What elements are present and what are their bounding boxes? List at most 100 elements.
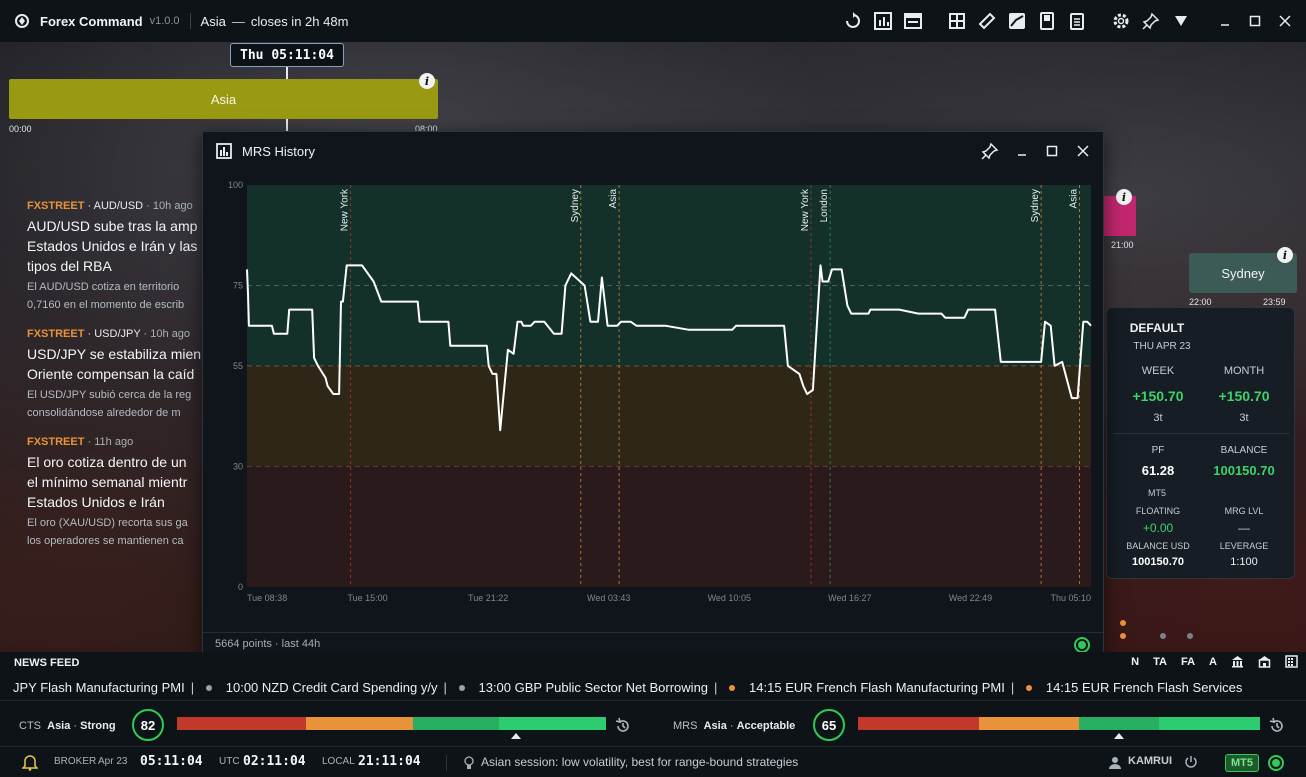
bank-icon[interactable] <box>1231 655 1244 668</box>
pf-value: 61.28 <box>1141 463 1175 478</box>
news-age: 10h ago <box>150 328 191 340</box>
y-tick-label: 55 <box>233 361 243 371</box>
floating-label: FLOATING <box>1135 506 1181 516</box>
mrs-session: Asia <box>703 720 727 732</box>
y-tick-label: 30 <box>233 461 243 471</box>
minimize-icon[interactable] <box>1210 6 1240 36</box>
news-feed-header: NEWS FEED N TA FA A <box>0 652 1306 676</box>
news-feed-label: NEWS FEED <box>14 657 80 669</box>
filter-all-button[interactable]: A <box>1209 656 1217 668</box>
sync-icon[interactable] <box>838 6 868 36</box>
gear-icon[interactable] <box>1106 6 1136 36</box>
week-label: WEEK <box>1141 365 1175 377</box>
local-label: LOCAL <box>322 756 355 767</box>
asia-info-icon[interactable]: i <box>419 73 435 89</box>
lightbulb-icon <box>464 756 474 769</box>
cts-gauge <box>177 717 606 730</box>
pin-icon[interactable] <box>1136 6 1166 36</box>
session-countdown: closes in 2h 48m <box>250 13 349 29</box>
bar-chart-icon[interactable] <box>868 6 898 36</box>
carousel-dot[interactable] <box>1160 633 1166 639</box>
asia-session-label: Asia <box>210 91 237 107</box>
image-icon[interactable] <box>1002 6 1032 36</box>
app-name: Forex Command <box>40 13 143 29</box>
y-tick-label: 100 <box>228 180 243 190</box>
calculator-icon[interactable] <box>1285 655 1298 668</box>
close-icon[interactable] <box>1068 136 1098 166</box>
news-summary-line: El AUD/USD cotiza en territorio <box>27 281 180 293</box>
ticker-dot <box>1026 685 1033 692</box>
zone-orange <box>247 365 1091 467</box>
platform-badge[interactable]: MT5 <box>1225 754 1259 772</box>
mrs-history-icon[interactable] <box>1268 717 1286 735</box>
mrs-chart[interactable]: 0 30 55 75 100 Tue 08:38 Tue 15:00 Tue 21:22 Wed… <box>203 170 1103 632</box>
mrs-quality: Acceptable <box>736 720 796 732</box>
maximize-icon[interactable] <box>1037 136 1067 166</box>
book-icon[interactable] <box>1032 6 1062 36</box>
app-version: v1.0.0 <box>149 15 180 27</box>
close-icon[interactable] <box>1270 6 1300 36</box>
floating-value: +0.00 <box>1142 521 1174 535</box>
utc-time: 02:11:04 <box>243 754 306 769</box>
newyork-end-time: 21:00 <box>1111 240 1134 250</box>
cts-score[interactable]: 82 <box>132 709 164 741</box>
event-label: New York <box>340 188 351 231</box>
zone-green <box>247 185 1091 366</box>
sydney-session-label: Sydney <box>1221 265 1265 281</box>
news-summary-line: El oro (XAU/USD) recorta sus ga <box>27 517 188 529</box>
minimize-icon[interactable] <box>1007 136 1037 166</box>
ruler-icon[interactable] <box>972 6 1002 36</box>
carousel-dot[interactable] <box>1187 633 1193 639</box>
month-trades: 3t <box>1239 412 1249 424</box>
y-tick-label: 75 <box>233 281 243 291</box>
news-age: 10h ago <box>152 200 193 212</box>
mrs-window-title: MRS History <box>242 143 315 159</box>
grid-icon[interactable] <box>942 6 972 36</box>
filter-fa-button[interactable]: FA <box>1181 656 1195 668</box>
news-title-line: Oriente compensan la caíd <box>27 366 195 382</box>
carousel-dot[interactable] <box>1120 620 1126 626</box>
central-bank-icon[interactable] <box>1258 655 1271 668</box>
cts-gauge-marker <box>510 733 521 739</box>
mrs-window-header[interactable]: MRS History <box>203 132 1103 170</box>
news-item[interactable]: FXSTREET · 11h ago El oro cotiza dentro … <box>27 436 207 550</box>
mrs-points-info: 5664 points · last 44h <box>215 638 321 650</box>
news-item[interactable]: FXSTREET · USD/JPY · 10h ago USD/JPY se … <box>27 328 207 422</box>
event-label: Asia <box>1068 189 1079 209</box>
ticker-dot <box>458 685 465 692</box>
news-item[interactable]: FXSTREET · AUD/USD · 10h ago AUD/USD sub… <box>27 200 207 314</box>
calendar-icon[interactable] <box>898 6 928 36</box>
mrs-score[interactable]: 65 <box>813 709 845 741</box>
ticker-item: 10:00 NZD Credit Card Spending y/y <box>225 680 438 695</box>
x-tick-label: Wed 16:27 <box>828 593 871 603</box>
sydney-info-icon[interactable]: i <box>1277 247 1293 263</box>
newyork-info-icon[interactable]: i <box>1116 189 1132 205</box>
ticker-item: 14:15 EUR French Flash Manufacturing PMI <box>749 680 1005 695</box>
notes-icon[interactable] <box>1062 6 1092 36</box>
mrs-history-window: MRS History 0 30 55 75 100 Tue 08:38 Tue 15:00… <box>202 131 1104 658</box>
gauge-segment <box>1079 717 1160 730</box>
cts-label: CTS <box>19 720 41 732</box>
ticker-dot <box>729 685 736 692</box>
bell-icon[interactable] <box>22 754 38 771</box>
news-ticker[interactable]: JPY Flash Manufacturing PMI | 10:00 NZD C… <box>0 676 1306 700</box>
gauge-segment <box>978 717 1080 730</box>
asia-session-bar[interactable]: Asia <box>9 79 438 119</box>
carousel-dot[interactable] <box>1120 633 1126 639</box>
user-name[interactable]: KAMRUI <box>1128 755 1172 767</box>
news-title-line: el mínimo semanal mientr <box>27 474 188 490</box>
score-bar: CTS Asia · Strong 82 MRS Asia · Acceptab… <box>0 700 1306 746</box>
event-label: Sydney <box>1030 189 1041 222</box>
filter-ta-button[interactable]: TA <box>1153 656 1167 668</box>
x-tick-label: Tue 08:38 <box>247 593 287 603</box>
ticker-item: 14:15 EUR French Flash Services <box>1045 680 1243 695</box>
filter-news-button[interactable]: N <box>1131 656 1139 668</box>
power-icon[interactable] <box>1184 755 1198 769</box>
cts-history-icon[interactable] <box>614 717 632 735</box>
filter-icon[interactable] <box>1166 6 1196 36</box>
maximize-icon[interactable] <box>1240 6 1270 36</box>
news-title-line: tipos del RBA <box>27 258 112 274</box>
cts-session: Asia <box>47 720 71 732</box>
month-pnl: +150.70 <box>1218 388 1270 404</box>
pin-icon[interactable] <box>975 136 1005 166</box>
